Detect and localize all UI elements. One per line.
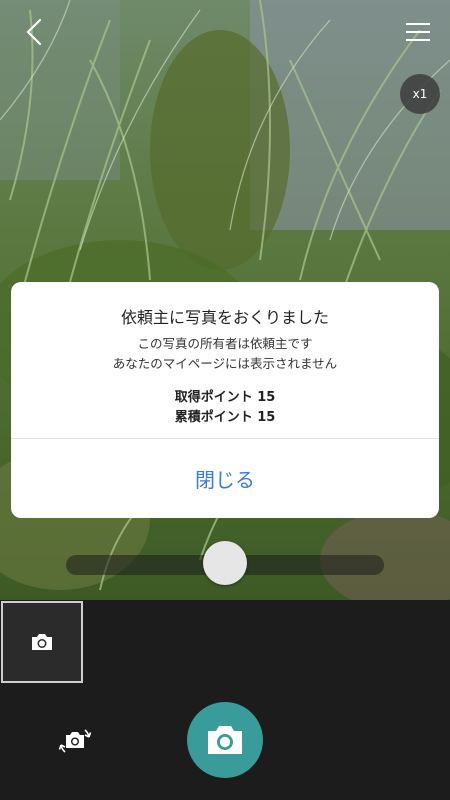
gallery-thumbnail-button[interactable]: [1, 601, 83, 683]
back-button[interactable]: [16, 14, 52, 50]
hamburger-menu-icon: [406, 23, 430, 41]
camera-icon: [208, 726, 242, 754]
switch-camera-button[interactable]: [54, 720, 96, 762]
close-button[interactable]: 閉じる: [11, 439, 439, 518]
points-summary: 取得ポイント 15 累積ポイント 15: [11, 388, 439, 428]
dialog-message-line: この写真の所有者は依頼主です: [137, 336, 313, 351]
dialog-message: この写真の所有者は依頼主です あなたのマイページには表示されません: [11, 334, 439, 374]
dialog-title: 依頼主に写真をおくりました: [120, 308, 329, 327]
photo-sent-dialog: 依頼主に写真をおくりました この写真の所有者は依頼主です あなたのマイページには…: [11, 282, 439, 518]
zoom-slider-thumb[interactable]: [203, 541, 247, 585]
chevron-left-icon: [26, 18, 42, 46]
dialog-body: 依頼主に写真をおくりました この写真の所有者は依頼主です あなたのマイページには…: [11, 282, 439, 438]
zoom-indicator[interactable]: x1: [400, 74, 440, 114]
menu-button[interactable]: [400, 14, 436, 50]
shutter-button[interactable]: [187, 702, 263, 778]
camera-icon: [32, 634, 52, 650]
dialog-message-line: あなたのマイページには表示されません: [112, 356, 338, 371]
switch-camera-icon: [58, 729, 92, 753]
earned-points: 取得ポイント 15: [174, 390, 276, 405]
camera-controls: [0, 600, 450, 800]
total-points: 累積ポイント 15: [174, 410, 276, 425]
